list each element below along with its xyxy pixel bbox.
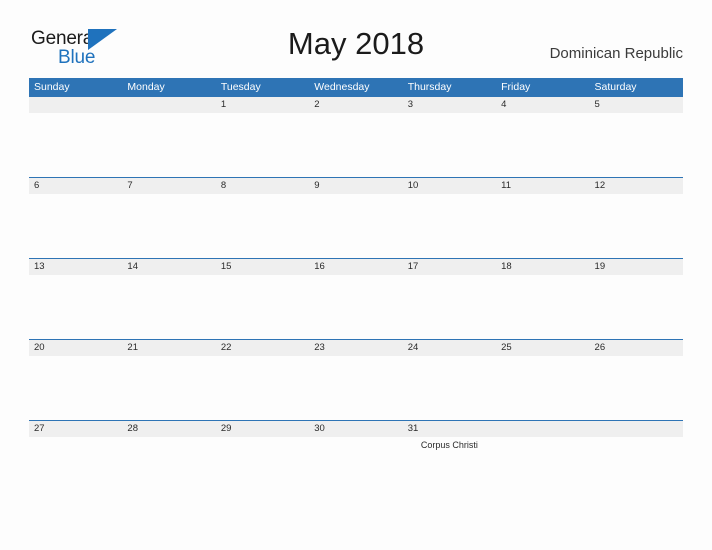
day-number[interactable]: 5: [590, 97, 683, 113]
day-cell[interactable]: [403, 194, 496, 258]
week-event-band: Corpus Christi: [29, 437, 683, 499]
day-number[interactable]: 12: [590, 178, 683, 194]
week-event-band: [29, 194, 683, 258]
day-cell[interactable]: [216, 113, 309, 177]
day-cell[interactable]: [29, 275, 122, 339]
day-number[interactable]: 25: [496, 340, 589, 356]
day-cell[interactable]: [122, 356, 215, 420]
day-number[interactable]: [590, 421, 683, 437]
dow-wednesday: Wednesday: [314, 81, 370, 93]
day-number[interactable]: 16: [309, 259, 402, 275]
day-cell[interactable]: Corpus Christi: [403, 437, 496, 499]
week-row: 20 21 22 23 24 25 26: [29, 339, 683, 420]
page-header: General Blue May 2018 Dominican Republic: [0, 0, 712, 74]
day-cell[interactable]: [216, 194, 309, 258]
day-cell[interactable]: [496, 275, 589, 339]
week-row: 1 2 3 4 5: [29, 96, 683, 177]
day-number[interactable]: 7: [122, 178, 215, 194]
day-cell[interactable]: [590, 275, 683, 339]
day-number[interactable]: 18: [496, 259, 589, 275]
day-number[interactable]: 29: [216, 421, 309, 437]
day-number[interactable]: 11: [496, 178, 589, 194]
day-cell[interactable]: [590, 356, 683, 420]
day-number[interactable]: 26: [590, 340, 683, 356]
day-cell[interactable]: [590, 113, 683, 177]
day-cell[interactable]: [403, 113, 496, 177]
dow-tuesday: Tuesday: [220, 81, 261, 93]
day-number[interactable]: 27: [29, 421, 122, 437]
day-number[interactable]: 23: [309, 340, 402, 356]
calendar-grid: Sunday Monday Tuesday Wednesday Thursday…: [29, 78, 683, 499]
day-cell[interactable]: [309, 113, 402, 177]
region-label: Dominican Republic: [549, 45, 683, 62]
day-number[interactable]: [496, 421, 589, 437]
week-date-band: 13 14 15 16 17 18 19: [29, 258, 683, 275]
day-number[interactable]: 2: [309, 97, 402, 113]
day-number[interactable]: 30: [309, 421, 402, 437]
day-number[interactable]: 31: [403, 421, 496, 437]
day-number[interactable]: 1: [216, 97, 309, 113]
day-cell[interactable]: [309, 194, 402, 258]
day-number[interactable]: 13: [29, 259, 122, 275]
dow-friday: Friday: [501, 81, 531, 93]
week-row: 6 7 8 9 10 11 12: [29, 177, 683, 258]
week-date-band: 1 2 3 4 5: [29, 96, 683, 113]
week-event-band: [29, 356, 683, 420]
day-cell[interactable]: [309, 437, 402, 499]
day-number[interactable]: 8: [216, 178, 309, 194]
day-cell[interactable]: [29, 194, 122, 258]
day-number[interactable]: 28: [122, 421, 215, 437]
day-cell[interactable]: [122, 275, 215, 339]
day-cell[interactable]: [29, 437, 122, 499]
week-event-band: [29, 113, 683, 177]
day-number[interactable]: 19: [590, 259, 683, 275]
week-date-band: 27 28 29 30 31: [29, 420, 683, 437]
day-cell[interactable]: [29, 113, 122, 177]
day-cell[interactable]: [122, 437, 215, 499]
day-cell[interactable]: [496, 437, 589, 499]
day-cell[interactable]: [496, 113, 589, 177]
day-number[interactable]: 3: [403, 97, 496, 113]
day-cell[interactable]: [403, 356, 496, 420]
dow-sunday: Sunday: [34, 81, 70, 93]
week-date-band: 6 7 8 9 10 11 12: [29, 177, 683, 194]
day-number[interactable]: 10: [403, 178, 496, 194]
day-cell[interactable]: [309, 275, 402, 339]
dow-saturday: Saturday: [594, 81, 637, 93]
day-of-week-header: Sunday Monday Tuesday Wednesday Thursday…: [29, 78, 683, 96]
day-cell[interactable]: [496, 356, 589, 420]
day-number[interactable]: 21: [122, 340, 215, 356]
day-cell[interactable]: [216, 356, 309, 420]
day-event: Corpus Christi: [420, 440, 478, 450]
day-number[interactable]: 24: [403, 340, 496, 356]
day-number[interactable]: 9: [309, 178, 402, 194]
day-number[interactable]: [122, 97, 215, 113]
day-cell[interactable]: [29, 356, 122, 420]
calendar-page: General Blue May 2018 Dominican Republic…: [0, 0, 712, 550]
day-number[interactable]: 20: [29, 340, 122, 356]
day-cell[interactable]: [216, 275, 309, 339]
day-number[interactable]: 22: [216, 340, 309, 356]
week-date-band: 20 21 22 23 24 25 26: [29, 339, 683, 356]
day-cell[interactable]: [309, 356, 402, 420]
day-cell[interactable]: [122, 194, 215, 258]
dow-monday: Monday: [127, 81, 165, 93]
day-number[interactable]: 15: [216, 259, 309, 275]
day-number[interactable]: 17: [403, 259, 496, 275]
day-cell[interactable]: [403, 275, 496, 339]
week-event-band: [29, 275, 683, 339]
day-cell[interactable]: [216, 437, 309, 499]
day-cell[interactable]: [590, 194, 683, 258]
dow-thursday: Thursday: [407, 81, 452, 93]
week-row: 13 14 15 16 17 18 19: [29, 258, 683, 339]
day-number[interactable]: [29, 97, 122, 113]
week-row: 27 28 29 30 31 Corpus Christi: [29, 420, 683, 499]
day-number[interactable]: 14: [122, 259, 215, 275]
day-cell[interactable]: [496, 194, 589, 258]
day-cell[interactable]: [590, 437, 683, 499]
day-number[interactable]: 4: [496, 97, 589, 113]
day-number[interactable]: 6: [29, 178, 122, 194]
day-cell[interactable]: [122, 113, 215, 177]
